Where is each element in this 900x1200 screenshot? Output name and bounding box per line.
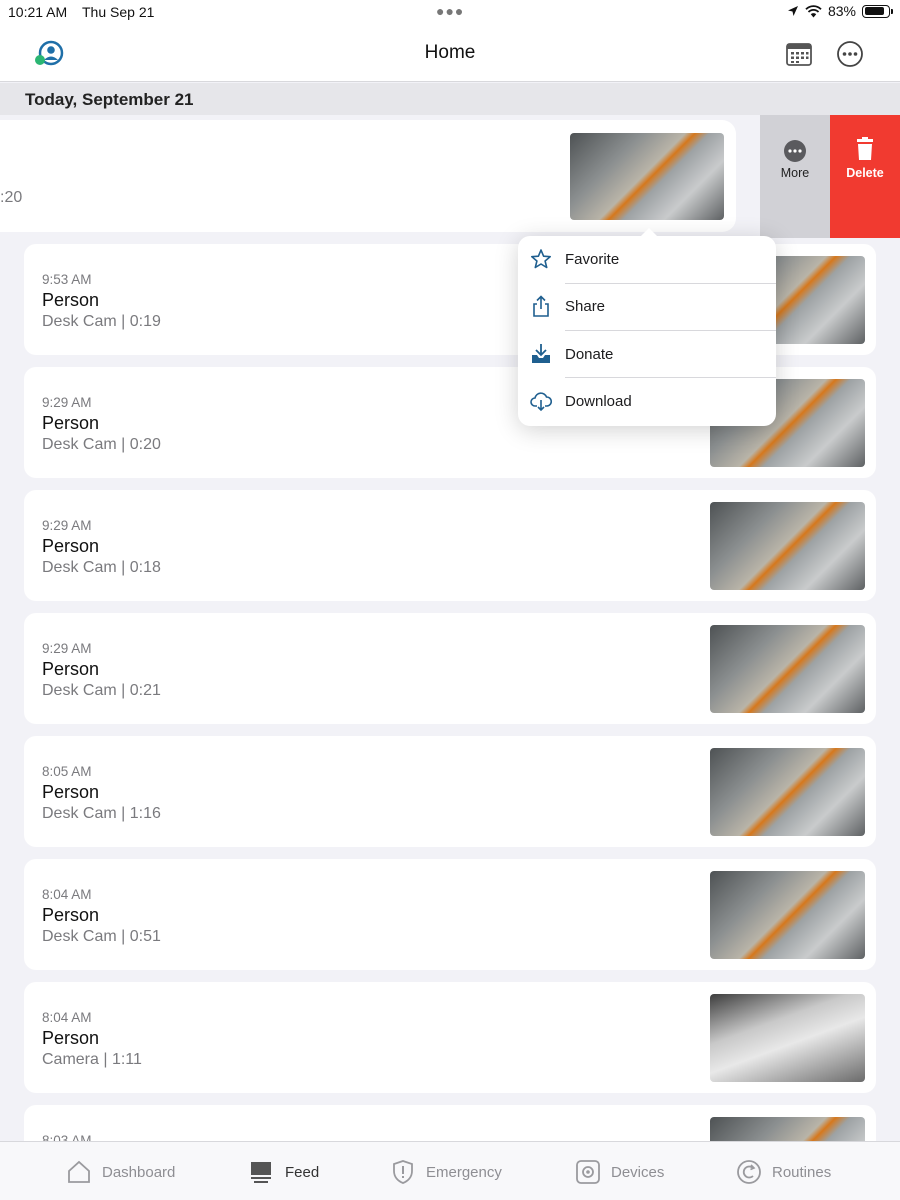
- event-meta: Desk Cam | 0:18: [42, 559, 161, 576]
- more-options-icon[interactable]: [836, 40, 864, 68]
- delete-action-label: Delete: [846, 166, 884, 180]
- event-thumbnail[interactable]: [710, 994, 865, 1082]
- share-icon: [533, 295, 549, 317]
- event-thumbnail[interactable]: [570, 133, 724, 220]
- house-icon: [68, 1160, 90, 1183]
- menu-item-label: Share: [565, 298, 606, 315]
- more-action-button[interactable]: More: [760, 115, 830, 238]
- navigation-bar: Home: [0, 24, 900, 82]
- tab-label: Dashboard: [102, 1163, 176, 1181]
- event-card[interactable]: 9:29 AM Person Desk Cam | 0:18: [24, 490, 876, 601]
- event-time: 8:04 AM: [42, 1010, 92, 1025]
- tab-routines[interactable]: Routines: [736, 1158, 831, 1186]
- shield-alert-icon: [393, 1160, 413, 1184]
- event-meta: Desk Cam | 0:51: [42, 928, 161, 945]
- event-thumbnail[interactable]: [710, 625, 865, 713]
- event-time: 8:04 AM: [42, 887, 92, 902]
- event-time: 9:29 AM: [42, 518, 92, 533]
- calendar-icon[interactable]: [785, 41, 813, 67]
- event-card[interactable]: 9:29 AM Person Desk Cam | 0:21: [24, 613, 876, 724]
- event-thumbnail[interactable]: [710, 871, 865, 959]
- event-title: Person: [42, 290, 100, 310]
- event-title: Person: [42, 1028, 100, 1048]
- menu-item-label: Download: [565, 393, 632, 410]
- tab-feed[interactable]: Feed: [249, 1158, 319, 1186]
- menu-item-label: Favorite: [565, 251, 620, 268]
- status-bar: 10:21 AM Thu Sep 21 ●●● 83%: [0, 0, 900, 24]
- menu-item-donate[interactable]: Donate: [518, 331, 776, 378]
- feed-icon: [251, 1162, 271, 1183]
- routine-icon: [737, 1160, 761, 1184]
- tab-label: Feed: [285, 1163, 320, 1181]
- event-meta-fragment: :20: [0, 189, 23, 206]
- status-date: Thu Sep 21: [82, 4, 155, 20]
- location-arrow-icon: [787, 6, 798, 16]
- event-meta: Desk Cam | 0:21: [42, 682, 161, 699]
- event-meta: Desk Cam | 0:20: [42, 436, 161, 453]
- event-title: Person: [42, 905, 100, 925]
- section-date-label: Today, September 21: [25, 90, 194, 109]
- event-time: 8:05 AM: [42, 764, 92, 779]
- donate-icon: [532, 344, 550, 363]
- star-icon: [531, 249, 551, 269]
- event-time: 9:29 AM: [42, 395, 92, 410]
- page-title: Home: [424, 42, 476, 63]
- event-title: Person: [42, 782, 100, 802]
- camera-device-icon: [576, 1160, 600, 1184]
- more-dots-icon: [784, 140, 806, 162]
- event-card[interactable]: 8:04 AM Person Desk Cam | 0:51: [24, 859, 876, 970]
- menu-item-label: Donate: [565, 346, 614, 363]
- event-thumbnail[interactable]: [710, 502, 865, 590]
- cloud-download-icon: [530, 392, 552, 412]
- tab-emergency[interactable]: Emergency: [390, 1158, 502, 1186]
- event-title: Person: [42, 659, 100, 679]
- battery-percent: 83%: [827, 3, 856, 19]
- section-header: Today, September 21: [0, 83, 900, 115]
- tab-label: Devices: [611, 1163, 665, 1181]
- delete-action-button[interactable]: Delete: [830, 115, 900, 238]
- event-thumbnail[interactable]: [710, 748, 865, 836]
- event-meta: Desk Cam | 0:19: [42, 313, 161, 330]
- event-meta: Camera | 1:11: [42, 1051, 142, 1068]
- status-time: 10:21 AM: [8, 4, 68, 20]
- event-title: Person: [42, 536, 100, 556]
- menu-item-favorite[interactable]: Favorite: [518, 236, 776, 283]
- menu-item-download[interactable]: Download: [518, 378, 776, 425]
- tab-label: Emergency: [426, 1163, 502, 1181]
- event-meta: Desk Cam | 1:16: [42, 805, 161, 822]
- menu-item-share[interactable]: Share: [518, 283, 776, 330]
- event-card[interactable]: 8:05 AM Person Desk Cam | 1:16: [24, 736, 876, 847]
- context-menu-popover: Favorite Share Donate Download: [518, 228, 776, 426]
- swiped-event-card[interactable]: :20: [0, 120, 736, 232]
- trash-icon: [857, 137, 873, 160]
- event-time: 9:53 AM: [42, 272, 92, 287]
- event-title: Person: [42, 413, 100, 433]
- event-card[interactable]: 8:04 AM Person Camera | 1:11: [24, 982, 876, 1093]
- more-action-label: More: [780, 166, 810, 180]
- tab-label: Routines: [772, 1163, 832, 1181]
- tab-bar: Dashboard Feed Emergency Devices Routine…: [0, 1141, 900, 1200]
- battery-icon: [862, 4, 893, 18]
- multitasking-dots-icon[interactable]: ●●●: [436, 3, 464, 19]
- event-time: 9:29 AM: [42, 641, 92, 656]
- wifi-icon: [805, 4, 822, 17]
- tab-dashboard[interactable]: Dashboard: [66, 1158, 175, 1186]
- tab-devices[interactable]: Devices: [575, 1158, 664, 1186]
